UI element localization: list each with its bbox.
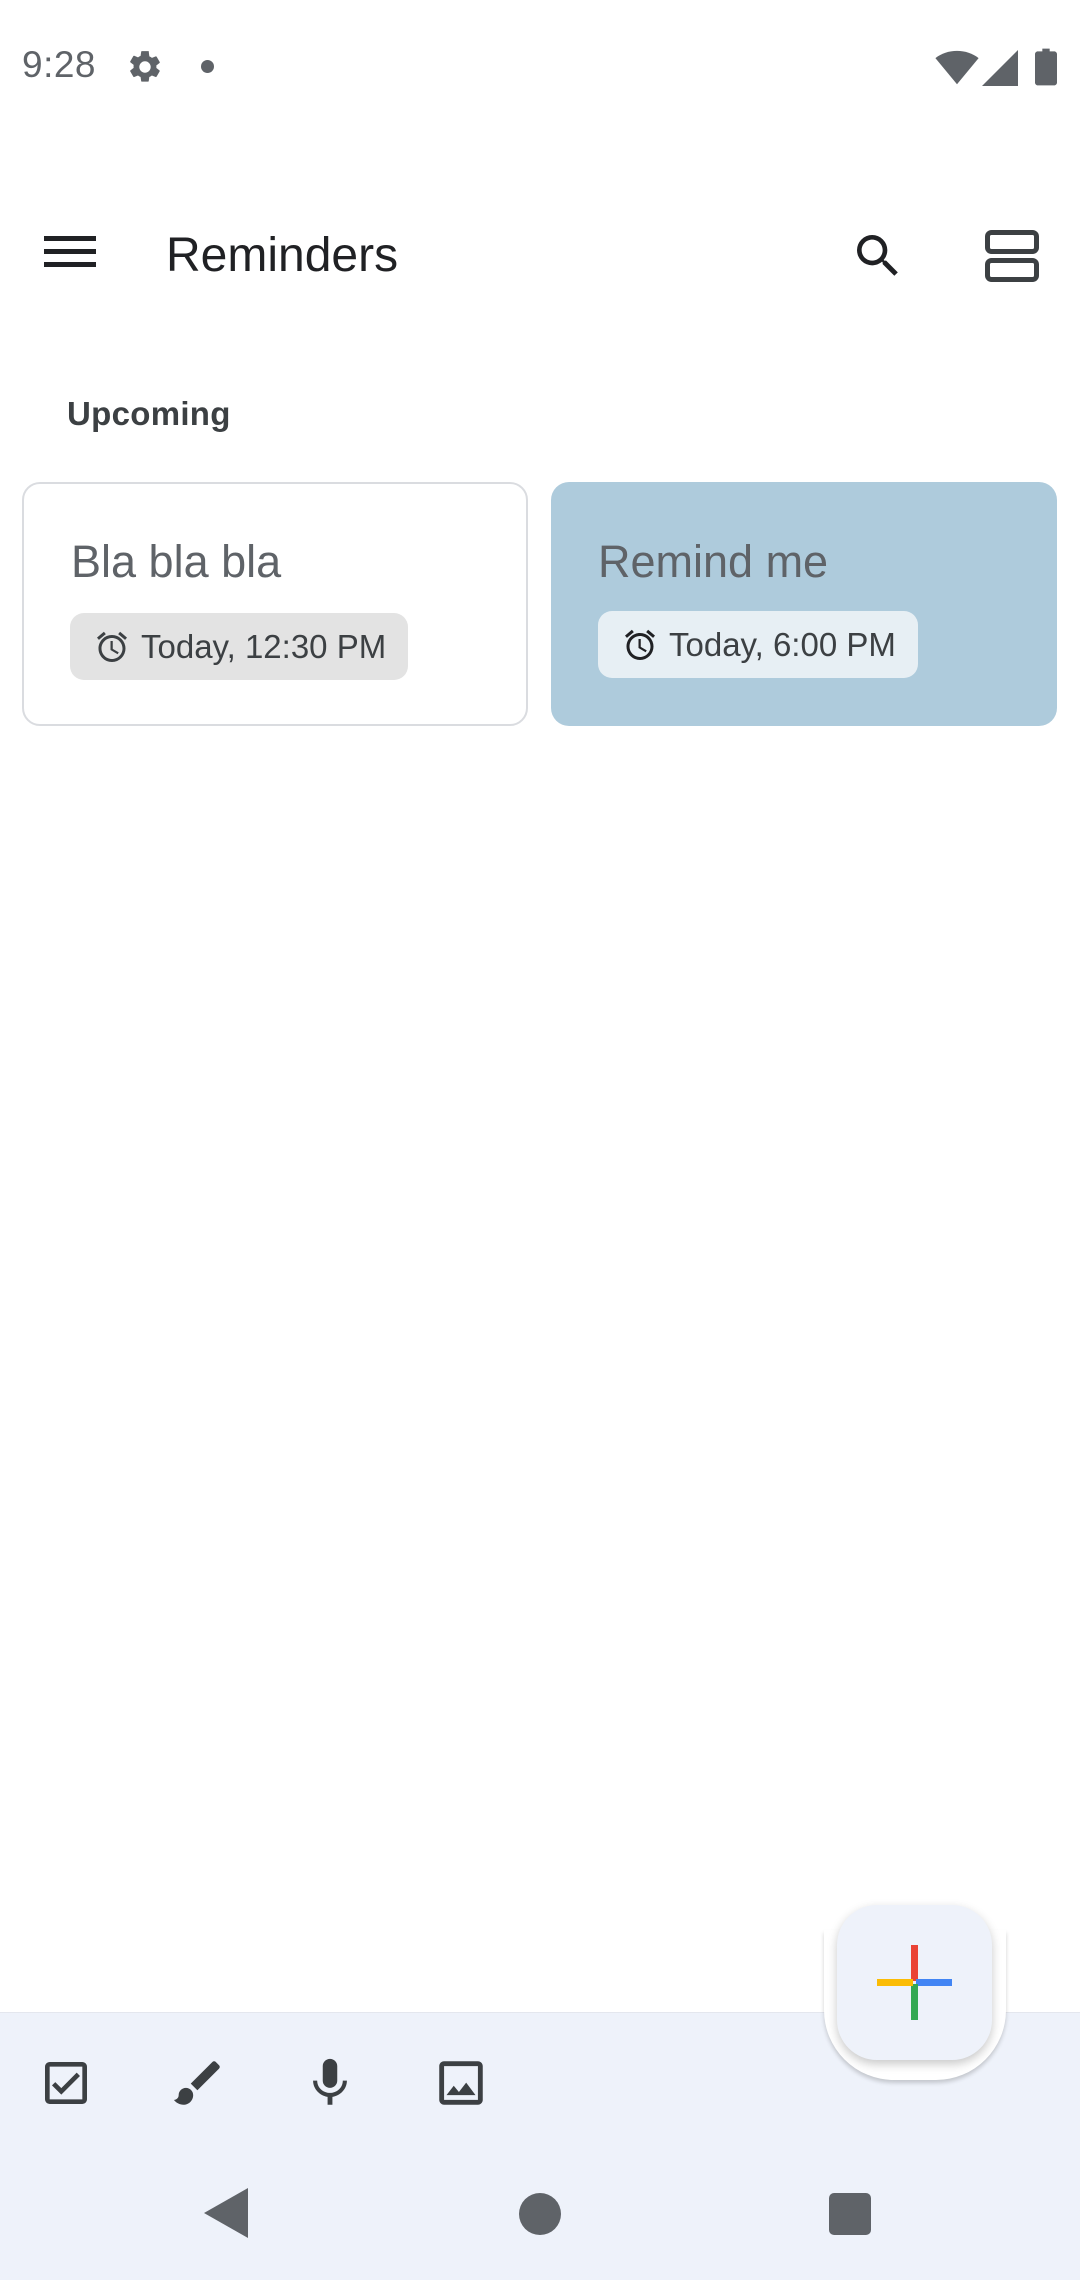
reminder-card[interactable]: Bla bla bla Today, 12:30 PM [22,482,528,726]
menu-button[interactable] [44,232,110,284]
view-toggle-icon [985,230,1039,282]
status-bar: 9:28 [0,0,1080,136]
notification-dot [201,60,214,73]
alarm-icon [625,629,655,660]
search-icon [857,235,898,276]
menu-icon [44,236,96,267]
plus-icon [877,1945,952,2020]
card-title: Remind me [598,536,829,587]
mic-icon [313,2058,347,2105]
recents-button[interactable] [829,2193,871,2235]
reminder-card[interactable]: Remind me Today, 6:00 PM [551,482,1057,726]
alarm-icon [97,631,127,662]
battery-icon [1035,48,1057,91]
new-list-button[interactable] [31,2048,101,2118]
new-audio-button[interactable] [295,2048,365,2118]
image-icon [439,2061,483,2105]
new-note-fab[interactable] [837,1905,992,2060]
new-drawing-button[interactable] [163,2048,233,2118]
cell-signal-icon [982,50,1018,91]
reminder-chip[interactable]: Today, 6:00 PM [598,611,918,678]
reminder-chip[interactable]: Today, 12:30 PM [70,613,409,680]
page-title: Reminders [166,229,399,282]
status-time: 9:28 [22,44,97,85]
view-toggle-button[interactable] [985,230,1043,286]
section-header-upcoming: Upcoming [67,395,231,432]
wifi-icon [935,50,979,91]
search-button[interactable] [850,228,910,288]
home-button[interactable] [519,2193,561,2235]
app-bar: Reminders [0,196,1080,320]
screen: 9:28 Reminders Upcoming Bla bla bla Toda… [0,0,1080,2280]
brush-icon [173,2061,220,2105]
card-title: Bla bla bla [71,536,282,587]
reminder-time: Today, 12:30 PM [141,627,387,665]
back-icon [204,2188,248,2238]
back-button[interactable] [204,2188,248,2243]
reminder-time: Today, 6:00 PM [669,625,896,663]
new-image-button[interactable] [426,2048,496,2118]
gear-icon [126,48,164,91]
checkbox-icon [45,2062,87,2104]
